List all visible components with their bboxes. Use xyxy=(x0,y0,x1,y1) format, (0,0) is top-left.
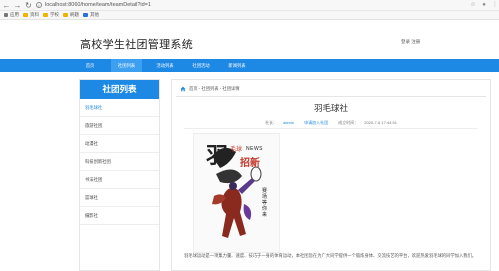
info-icon[interactable]: i xyxy=(36,2,42,8)
club-meta: 社长： admin 申请加入社团 成立时间： 2020-7-6 17:44:51 xyxy=(172,120,490,126)
bookmark-label: 学校 xyxy=(50,12,59,17)
shield-icon xyxy=(83,13,88,17)
bookmark-item[interactable]: 资料 xyxy=(23,12,39,18)
url-text: localhost:8060/home/team/teamDetail?id=1 xyxy=(45,2,151,8)
bookmark-item[interactable]: 其他 xyxy=(83,12,99,18)
forward-icon[interactable]: → xyxy=(13,1,22,10)
sidebar: 社团列表 羽毛球社 旅游社团 动漫社 科技创新社团 书法社团 篮球社 摄影社 xyxy=(79,79,160,271)
nav-news-list[interactable]: 新闻列表 xyxy=(222,59,252,72)
bookmark-label: 资料 xyxy=(30,12,39,17)
folder-icon xyxy=(23,13,28,17)
sidebar-item-travel[interactable]: 旅游社团 xyxy=(80,117,159,135)
account-icon[interactable]: ● xyxy=(480,1,488,9)
bookmark-label: 刷题 xyxy=(70,12,79,17)
bookmark-label: 应用 xyxy=(10,12,19,17)
reload-icon[interactable]: ↻ xyxy=(24,1,33,10)
bookmark-item[interactable]: 刷题 xyxy=(63,12,79,18)
sidebar-item-badminton[interactable]: 羽毛球社 xyxy=(80,99,159,117)
star-icon[interactable]: ☆ xyxy=(469,1,477,9)
breadcrumb-text[interactable]: 首页 - 社团列表 - 社团详情 xyxy=(189,86,240,92)
apps-icon xyxy=(4,13,8,17)
back-icon[interactable]: ← xyxy=(2,1,11,10)
poster-news: NEWS xyxy=(246,146,263,152)
detail-panel: 首页 - 社团列表 - 社团详情 羽毛球社 社长： admin 申请加入社团 成立… xyxy=(171,79,491,271)
club-description: 羽毛球运动是一项集力量、速度、技巧于一身的体育运动，本社团旨在为广大同学提供一个… xyxy=(184,253,477,258)
sidebar-item-tech[interactable]: 科技创新社团 xyxy=(80,153,159,171)
bookmarks-bar: 应用 资料 学校 刷题 其他 xyxy=(0,11,499,20)
bookmark-item[interactable]: 学校 xyxy=(43,12,59,18)
poster-side-text: 招新 xyxy=(240,158,260,169)
club-poster-image: 羽 毛球 NEWS 招新 赛场等你来 xyxy=(193,133,280,253)
join-club-link[interactable]: 申请加入社团 xyxy=(304,120,328,125)
sidebar-item-basketball[interactable]: 篮球社 xyxy=(80,189,159,207)
author-label: 社长： xyxy=(265,120,278,125)
author-name[interactable]: admin xyxy=(283,120,294,125)
home-icon xyxy=(180,86,186,92)
sidebar-title: 社团列表 xyxy=(80,80,159,99)
bookmark-apps[interactable]: 应用 xyxy=(4,12,19,18)
breadcrumb: 首页 - 社团列表 - 社团详情 xyxy=(180,86,240,92)
menu-icon[interactable]: ⋮ xyxy=(491,1,499,9)
founded-date: 2020-7-6 17:44:51 xyxy=(364,120,397,125)
poster-bottom-text: 赛场等你来 xyxy=(262,188,268,218)
nav-home[interactable]: 首页 xyxy=(80,59,100,72)
club-title: 羽毛球社 xyxy=(313,103,348,113)
site-title: 高校学生社团管理系统 xyxy=(80,39,193,51)
folder-icon xyxy=(43,13,48,17)
auth-links[interactable]: 登录 注册 xyxy=(401,39,420,45)
bookmark-label: 其他 xyxy=(90,12,99,17)
folder-icon xyxy=(63,13,68,17)
main-nav: 首页 社团列表 活动列表 社团活动 新闻列表 xyxy=(0,59,499,72)
divider xyxy=(176,96,486,97)
poster-big-text: 羽 xyxy=(206,143,229,169)
date-label: 成立时间： xyxy=(338,120,359,125)
sidebar-item-anime[interactable]: 动漫社 xyxy=(80,135,159,153)
sidebar-item-calligraphy[interactable]: 书法社团 xyxy=(80,171,159,189)
browser-toolbar: ← → ↻ i localhost:8060/home/team/teamDet… xyxy=(0,0,499,11)
divider xyxy=(184,128,478,129)
nav-club-activity[interactable]: 社团活动 xyxy=(186,59,216,72)
nav-club-list[interactable]: 社团列表 xyxy=(111,59,142,72)
nav-activity-list[interactable]: 活动列表 xyxy=(150,59,180,72)
sidebar-item-photography[interactable]: 摄影社 xyxy=(80,207,159,225)
poster-sub-text: 毛球 xyxy=(230,147,243,153)
address-bar[interactable]: i localhost:8060/home/team/teamDetail?id… xyxy=(36,1,151,9)
